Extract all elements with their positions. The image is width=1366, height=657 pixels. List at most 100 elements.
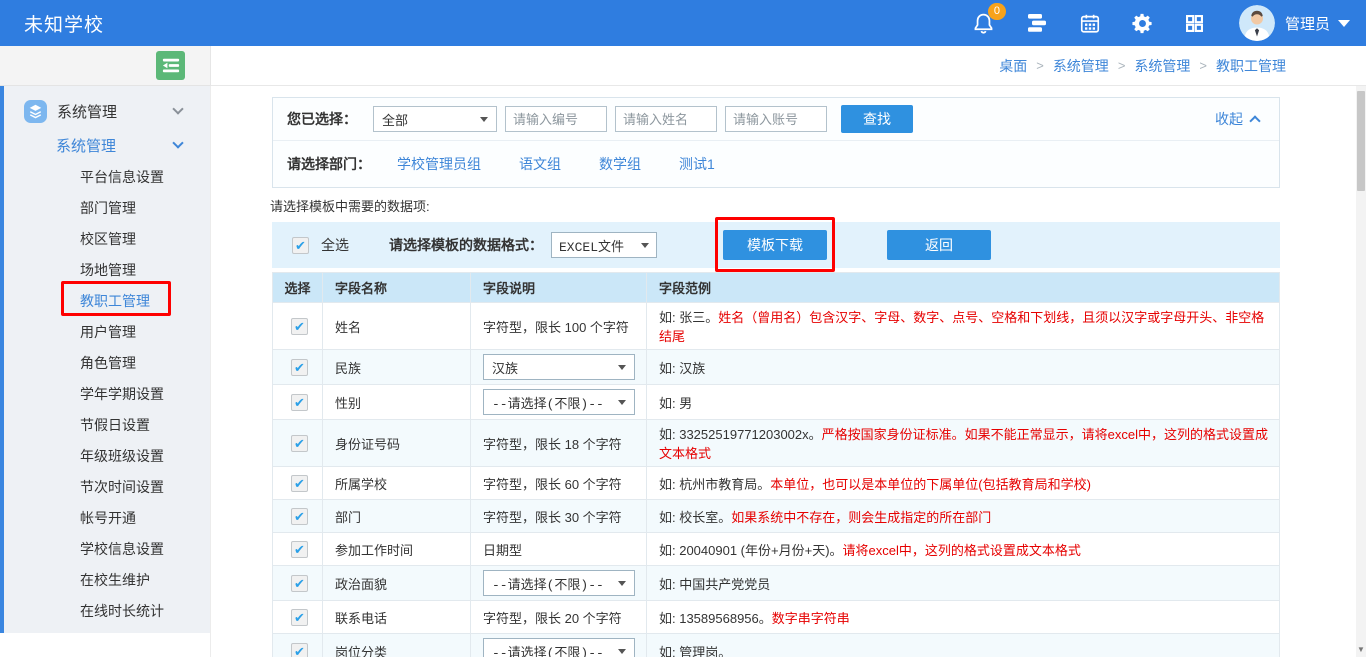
sidebar-item-4[interactable]: 场地管理 [4,255,210,286]
template-download-button[interactable]: 模板下载 [723,230,827,260]
template-toolbar: ✔ 全选 请选择模板的数据格式： EXCEL文件 模板下载 返回 [272,222,1280,268]
sidebar-item-12[interactable]: 帐号开通 [4,503,210,534]
sidebar-toggle-button[interactable] [156,51,185,80]
sidebar-item-10[interactable]: 年级班级设置 [4,441,210,472]
apps-grid-icon[interactable] [1184,13,1205,34]
table-row: ✔所属学校字符型，限长 60 个字符如: 杭州市教育局。本单位，也可以是本单位的… [273,467,1280,500]
sidebar-item-7[interactable]: 角色管理 [4,348,210,379]
sidebar-item-3[interactable]: 校区管理 [4,224,210,255]
field-desc-cell: --请选择(不限)-- [471,566,647,601]
account-input[interactable] [725,106,827,132]
row-checkbox[interactable]: ✔ [291,435,308,452]
user-menu[interactable]: 管理员 [1285,13,1350,34]
field-desc-select[interactable]: --请选择(不限)-- [483,389,635,415]
row-checkbox[interactable]: ✔ [291,359,308,376]
user-avatar[interactable] [1239,5,1275,41]
field-desc-cell: --请选择(不限)-- [471,634,647,657]
field-example-cell: 如: 汉族 [647,350,1280,385]
collapse-toggle[interactable]: 收起 [1215,109,1269,129]
field-example-cell: 如: 校长室。如果系统中不存在，则会生成指定的所在部门 [647,500,1280,533]
sidebar-item-14[interactable]: 在校生维护 [4,565,210,596]
field-name-cell: 参加工作时间 [323,533,471,566]
template-hint: 请选择模板中需要的数据项: [270,196,1278,215]
breadcrumb-item[interactable]: 系统管理 [1134,56,1190,76]
department-link[interactable]: 语文组 [519,156,561,172]
sidebar-items: 平台信息设置部门管理校区管理场地管理教职工管理用户管理角色管理学年学期设置节假日… [4,162,210,627]
collapse-label: 收起 [1215,109,1243,129]
sidebar-item-1[interactable]: 平台信息设置 [4,162,210,193]
example-plain-text: 如: 汉族 [659,361,705,376]
row-checkbox[interactable]: ✔ [291,643,308,657]
app-window: 未知学校 0 管理员 [0,0,1366,657]
sidebar-item-11[interactable]: 节次时间设置 [4,472,210,503]
table-row: ✔岗位分类--请选择(不限)--如: 管理岗。 [273,634,1280,657]
sidebar-item-2[interactable]: 部门管理 [4,193,210,224]
row-checkbox[interactable]: ✔ [291,609,308,626]
scrollbar-thumb[interactable] [1357,91,1365,191]
content-area: 系统管理 系统管理 平台信息设置部门管理校区管理场地管理教职工管理用户管理角色管… [0,86,1366,657]
filter-panel: 您已选择： 全部 查找 收起 请选择部门： 学校管 [272,97,1280,188]
collapse-menu-icon [162,58,180,73]
breadcrumb-item[interactable]: 桌面 [999,56,1027,76]
breadcrumb-item[interactable]: 教职工管理 [1216,56,1286,76]
row-checkbox[interactable]: ✔ [291,508,308,525]
server-list-icon[interactable] [1025,12,1049,34]
field-desc-cell: 日期型 [471,533,647,566]
sidebar-item-13[interactable]: 学校信息设置 [4,534,210,565]
row-checkbox[interactable]: ✔ [291,394,308,411]
id-input[interactable] [505,106,607,132]
format-select[interactable]: EXCEL文件 [551,232,657,258]
format-select-value: EXCEL文件 [559,236,624,255]
scope-select[interactable]: 全部 [373,106,497,132]
field-desc-cell: 字符型，限长 30 个字符 [471,500,647,533]
sidebar-submenu-item[interactable]: 系统管理 [4,128,210,162]
field-desc-cell: --请选择(不限)-- [471,385,647,420]
field-name-cell: 所属学校 [323,467,471,500]
sidebar-item-15[interactable]: 在线时长统计 [4,596,210,627]
row-checkbox[interactable]: ✔ [291,575,308,592]
chevron-down-icon [618,649,626,654]
sidebar-item-5[interactable]: 教职工管理 [4,286,210,317]
sidebar-item-6[interactable]: 用户管理 [4,317,210,348]
chevron-down-icon [618,365,626,370]
chevron-up-icon [1249,115,1260,126]
sidebar-item-8[interactable]: 学年学期设置 [4,379,210,410]
breadcrumb: 桌面>系统管理>系统管理>教职工管理 [999,56,1286,76]
fields-table: 选择 字段名称 字段说明 字段范例 ✔姓名字符型，限长 100 个字符如: 张三… [272,272,1280,657]
breadcrumb-item[interactable]: 系统管理 [1053,56,1109,76]
sidebar-menu: 系统管理 系统管理 平台信息设置部门管理校区管理场地管理教职工管理用户管理角色管… [0,86,210,633]
field-desc-select[interactable]: --请选择(不限)-- [483,638,635,657]
scrollbar-down-arrow[interactable]: ▼ [1356,643,1366,656]
select-all-checkbox[interactable]: ✔ [292,237,309,254]
field-desc-select[interactable]: --请选择(不限)-- [483,570,635,596]
calendar-icon[interactable] [1079,12,1101,35]
row-checkbox[interactable]: ✔ [291,541,308,558]
breadcrumb-bar: 桌面>系统管理>系统管理>教职工管理 [211,46,1366,86]
row-checkbox[interactable]: ✔ [291,475,308,492]
example-plain-text: 如: 20040901 (年份+月份+天)。 [659,543,843,558]
row-checkbox[interactable]: ✔ [291,318,308,335]
field-name-cell: 政治面貌 [323,566,471,601]
notification-bell-icon[interactable]: 0 [972,11,995,36]
gear-icon[interactable] [1131,12,1154,35]
department-link[interactable]: 数学组 [599,156,641,172]
search-button[interactable]: 查找 [841,105,913,133]
breadcrumb-separator: > [1118,58,1126,73]
example-note-text: 姓名（曾用名）包含汉字、字母、数字、点号、空格和下划线，且须以汉字或字母开头、非… [659,310,1264,344]
field-name-cell: 性别 [323,385,471,420]
field-desc-select[interactable]: 汉族 [483,354,635,380]
department-link[interactable]: 学校管理员组 [397,156,481,172]
header-field-desc: 字段说明 [471,273,647,303]
name-input[interactable] [615,106,717,132]
back-button[interactable]: 返回 [887,230,991,260]
format-label: 请选择模板的数据格式： [389,235,543,255]
table-row: ✔联系电话字符型，限长 20 个字符如: 13589568956。数字串字符串 [273,601,1280,634]
department-link[interactable]: 测试1 [679,156,715,172]
department-row: 请选择部门： 学校管理员组语文组数学组测试1 [273,140,1279,187]
sidebar-item-9[interactable]: 节假日设置 [4,410,210,441]
sidebar-root-item[interactable]: 系统管理 [4,94,210,128]
breadcrumb-separator: > [1199,58,1207,73]
field-name-cell: 岗位分类 [323,634,471,657]
header-select: 选择 [273,273,323,303]
top-bar: 未知学校 0 管理员 [0,0,1366,46]
